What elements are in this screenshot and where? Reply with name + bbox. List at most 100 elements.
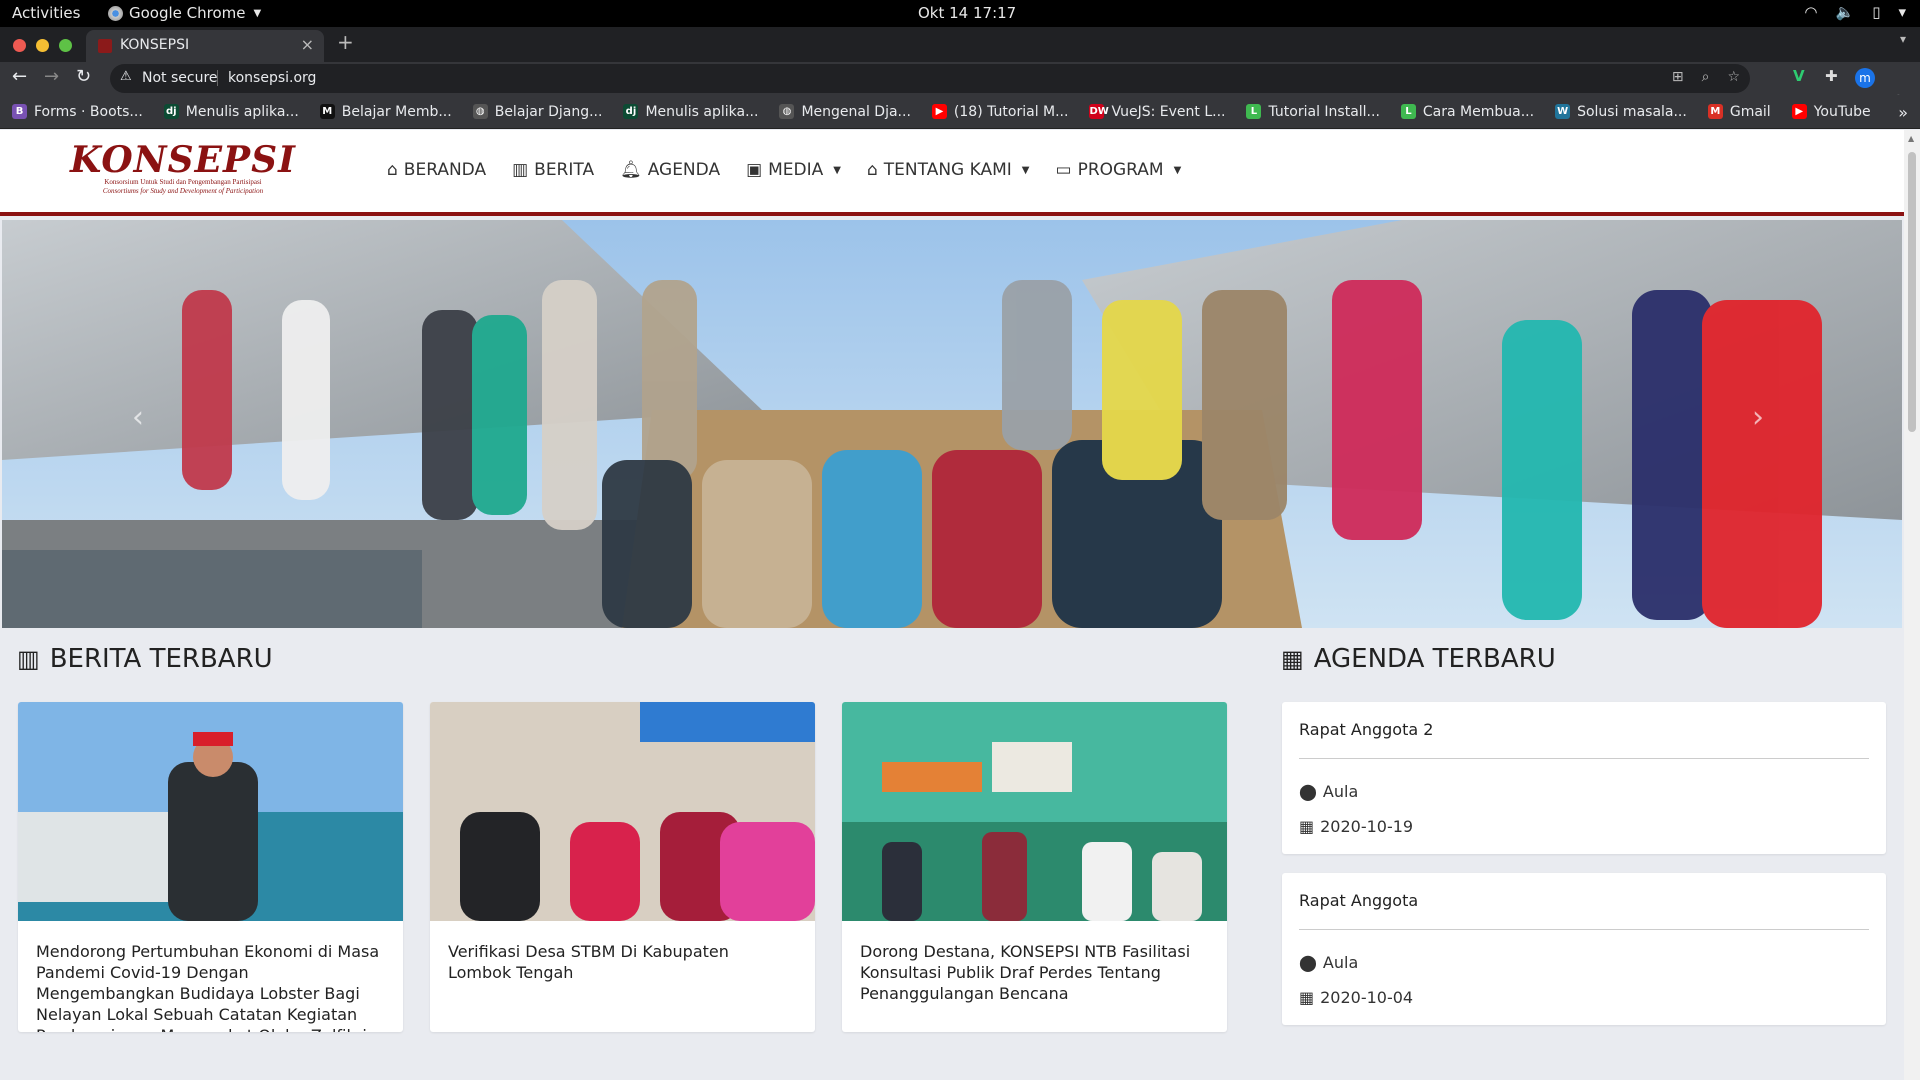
bookmark-favicon-icon: M [1707, 104, 1723, 119]
bookmark-item[interactable]: ▶ (18) Tutorial M... [931, 103, 1069, 120]
close-window-button[interactable] [13, 39, 26, 52]
section-heading: AGENDA TERBARU [1313, 644, 1556, 674]
bookmark-label: Cara Membua... [1422, 103, 1535, 120]
calendar-icon: ▦ [1299, 817, 1315, 836]
system-tray[interactable]: ◠ 🔈 ▯ ▾ [1804, 3, 1906, 21]
reload-icon[interactable]: ↻ [76, 66, 91, 87]
calendar-icon: ▦ [1281, 645, 1304, 673]
star-icon[interactable]: ☆ [1727, 69, 1740, 85]
web-page: KONSEPSI Konsorsium Untuk Studi dan Peng… [0, 130, 1904, 1080]
more-bookmarks-icon[interactable]: » [1898, 103, 1908, 122]
bookmark-item[interactable]: ▶ YouTube [1791, 104, 1871, 120]
news-title[interactable]: Dorong Destana, KONSEPSI NTB Fasilitasi … [842, 925, 1227, 1020]
bookmark-item[interactable]: B Forms · Boots... [12, 104, 143, 120]
agenda-name[interactable]: Rapat Anggota 2 [1299, 720, 1433, 739]
bookmark-label: (18) Tutorial M... [953, 103, 1069, 120]
agenda-name[interactable]: Rapat Anggota [1299, 891, 1418, 910]
news-title[interactable]: Mendorong Pertumbuhan Ekonomi di Masa Pa… [18, 925, 403, 1032]
nav-beranda[interactable]: ⌂ BERANDA [387, 160, 486, 180]
minimize-window-button[interactable] [36, 39, 49, 52]
bookmark-favicon-icon: M [319, 104, 335, 119]
close-tab-icon[interactable]: × [301, 35, 314, 54]
tab-search-icon[interactable]: ▾ [1900, 32, 1906, 46]
maximize-window-button[interactable] [59, 39, 72, 52]
divider [217, 70, 218, 86]
scrollbar-thumb[interactable] [1908, 152, 1916, 432]
battery-icon: ▯ [1872, 3, 1881, 21]
bookmark-favicon-icon: ◍ [472, 104, 488, 119]
bookmark-item[interactable]: ◍ Mengenal Dja... [779, 104, 911, 120]
app-menu[interactable]: Google Chrome ▼ [108, 4, 261, 22]
carousel-next-icon[interactable]: › [1752, 400, 1764, 435]
url-text[interactable]: konsepsi.org [228, 70, 316, 86]
nav-label: MEDIA [768, 160, 824, 180]
bookmark-item[interactable]: DW VueJS: Event L... [1089, 104, 1225, 120]
site-navbar: KONSEPSI Konsorsium Untuk Studi dan Peng… [0, 130, 1904, 216]
nav-program[interactable]: ▭ PROGRAM ▼ [1056, 160, 1182, 180]
bookmark-favicon-icon: ◍ [779, 104, 795, 119]
bookmark-item[interactable]: dj Menulis aplika... [623, 104, 758, 120]
vue-devtools-icon[interactable]: V [1793, 67, 1805, 85]
browser-tab[interactable]: KONSEPSI × [86, 30, 324, 62]
news-card[interactable]: Mendorong Pertumbuhan Ekonomi di Masa Pa… [18, 702, 403, 1032]
location-text: Aula [1322, 782, 1359, 801]
address-bar[interactable]: ⚠ Not secure konsepsi.org ⊞ ⌕ ☆ [110, 64, 1750, 93]
main-menu: ⌂ BERANDA ▥ BERITA 🔔︎ AGENDA ▣ MEDIA ▼ ⌂ TENTA… [387, 160, 1181, 180]
caret-down-icon: ▼ [1021, 164, 1030, 176]
caret-down-icon: ▼ [833, 164, 841, 176]
back-icon[interactable]: ← [12, 66, 27, 87]
agenda-item[interactable]: Rapat Anggota ⬤ Aula ▦ 2020-10-04 [1282, 873, 1886, 1025]
new-tab-button[interactable]: + [337, 30, 354, 54]
divider [1299, 929, 1869, 930]
warning-icon[interactable]: ⚠ [120, 69, 132, 84]
profile-avatar[interactable]: m [1855, 68, 1875, 88]
nav-media[interactable]: ▣ MEDIA ▼ [746, 160, 841, 180]
activities-button[interactable]: Activities [12, 4, 80, 22]
bookmark-label: Gmail [1729, 103, 1771, 120]
window-controls [13, 39, 72, 52]
calendar-icon: ▦ [1299, 988, 1315, 1007]
agenda-item[interactable]: Rapat Anggota 2 ⬤ Aula ▦ 2020-10-19 [1282, 702, 1886, 854]
news-section-title: ▥ BERITA TERBARU [17, 644, 273, 674]
system-top-bar: Activities Google Chrome ▼ Okt 14 17:17 … [0, 0, 1920, 27]
zoom-icon[interactable]: ⌕ [1702, 69, 1710, 85]
nav-berita[interactable]: ▥ BERITA [512, 160, 594, 180]
site-logo[interactable]: KONSEPSI Konsorsium Untuk Studi dan Peng… [70, 142, 296, 196]
nav-tentang-kami[interactable]: ⌂ TENTANG KAMI ▼ [867, 160, 1030, 180]
nav-label: AGENDA [647, 160, 721, 180]
extensions-icon[interactable]: ✚ [1825, 67, 1838, 85]
hero-carousel[interactable]: ‹ › [2, 220, 1902, 628]
news-image [842, 702, 1227, 921]
bookmark-label: VueJS: Event L... [1111, 103, 1226, 120]
bookmark-item[interactable]: ◍ Belajar Djang... [472, 104, 602, 120]
translate-icon[interactable]: ⊞ [1672, 69, 1684, 85]
forward-icon[interactable]: → [44, 66, 59, 87]
page-scrollbar[interactable]: ▲ [1904, 130, 1920, 1080]
map-marker-icon: ⬤ [1299, 782, 1317, 801]
nav-agenda[interactable]: 🔔︎ AGENDA [620, 160, 720, 180]
news-card[interactable]: Dorong Destana, KONSEPSI NTB Fasilitasi … [842, 702, 1227, 1032]
bookmark-favicon-icon: B [12, 104, 27, 119]
bookmark-item[interactable]: M Gmail [1707, 103, 1771, 120]
carousel-prev-icon[interactable]: ‹ [132, 400, 144, 435]
scroll-up-icon[interactable]: ▲ [1908, 134, 1914, 143]
bookmark-favicon-icon: L [1400, 104, 1416, 119]
agenda-date: ▦ 2020-10-04 [1299, 988, 1413, 1007]
clock[interactable]: Okt 14 17:17 [918, 4, 1016, 22]
divider [1299, 758, 1869, 759]
map-marker-icon: ⬤ [1299, 953, 1317, 972]
security-label[interactable]: Not secure [142, 70, 218, 86]
bookmark-item[interactable]: dj Menulis aplika... [163, 104, 299, 120]
bookmark-item[interactable]: L Cara Membua... [1400, 103, 1535, 120]
news-card[interactable]: Verifikasi Desa STBM Di Kabupaten Lombok… [430, 702, 815, 1032]
news-title[interactable]: Verifikasi Desa STBM Di Kabupaten Lombok… [430, 925, 815, 999]
bookmark-item[interactable]: M Belajar Memb... [319, 104, 452, 120]
bookmark-label: Solusi masala... [1577, 103, 1687, 120]
bookmark-label: Forms · Boots... [34, 103, 143, 120]
bookmark-favicon-icon: ▶ [931, 104, 947, 119]
news-image [430, 702, 815, 921]
bookmark-item[interactable]: L Tutorial Install... [1246, 104, 1380, 120]
building-icon: ⌂ [867, 160, 878, 180]
app-name: Google Chrome [129, 4, 246, 22]
bookmark-item[interactable]: W Solusi masala... [1555, 104, 1687, 120]
